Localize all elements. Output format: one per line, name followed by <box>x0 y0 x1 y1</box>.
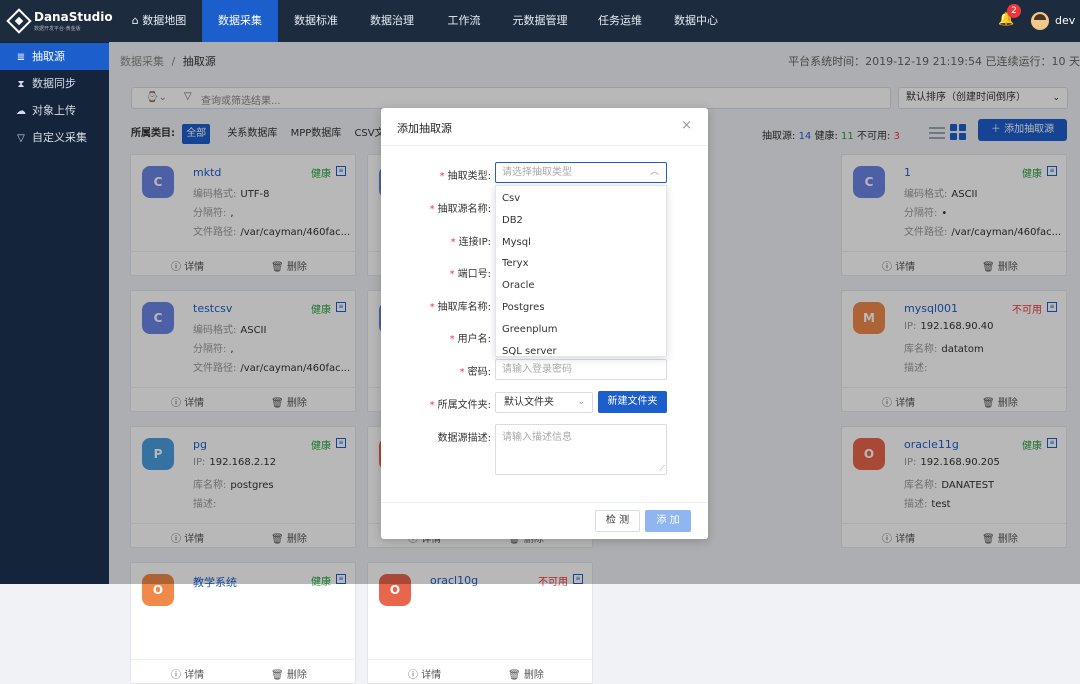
label-user: * 用户名: <box>449 334 491 345</box>
dialog-title: 添加抽取源 <box>397 122 452 135</box>
label-folder: * 所属文件夹: <box>429 400 491 411</box>
brand-name: DanaStudio <box>34 10 113 24</box>
delete-button[interactable]: 🗑 删除 <box>508 666 544 681</box>
folder-select[interactable]: 默认文件夹 ⌄ <box>495 392 593 413</box>
add-button[interactable]: 添 加 <box>645 510 691 532</box>
sidebar-item-object-upload[interactable]: ☁ 对象上传 <box>0 97 109 124</box>
trash-icon: 🗑 <box>508 670 521 681</box>
nav-item-data-collection[interactable]: 数据采集 <box>202 0 278 42</box>
dropdown-option[interactable]: Oracle <box>502 280 535 291</box>
label-type: * 抽取类型: <box>439 171 491 182</box>
new-folder-button[interactable]: 新建文件夹 <box>598 391 667 413</box>
user-name[interactable]: dev <box>1055 14 1075 27</box>
dropdown-option[interactable]: Teryx <box>502 258 529 269</box>
description-textarea[interactable]: 请输入描述信息 ⟋ <box>495 424 667 475</box>
logo-icon <box>6 8 32 34</box>
dropdown-option[interactable]: Postgres <box>502 302 545 313</box>
trash-icon: 🗑 <box>271 670 284 681</box>
close-icon[interactable]: × <box>681 118 692 133</box>
detail-button[interactable]: ⓘ 详情 <box>408 666 441 681</box>
nav-item-workflow[interactable]: 工作流 <box>436 0 492 42</box>
label-password: * 密码: <box>459 367 491 378</box>
dropdown-option[interactable]: SQL server <box>502 346 557 356</box>
delete-button[interactable]: 🗑 删除 <box>271 666 307 681</box>
label-dbname: * 抽取库名称: <box>429 302 491 313</box>
top-navbar: DanaStudio 数据开发平台·黄金版 ⌂ 数据地图 数据采集 数据标准 数… <box>0 0 1080 42</box>
dropdown-option[interactable]: Csv <box>502 193 520 204</box>
dropdown-option[interactable]: DB2 <box>502 215 523 226</box>
sidebar-item-data-sync[interactable]: ⧗ 数据同步 <box>0 70 109 97</box>
database-icon: ≣ <box>16 52 26 63</box>
sidebar-item-extract-source[interactable]: ≣ 抽取源 <box>0 43 109 70</box>
nav-item-task-ops[interactable]: 任务运维 <box>588 0 652 42</box>
detail-button[interactable]: ⓘ 详情 <box>171 666 204 681</box>
dropdown-option[interactable]: Greenplum <box>502 324 558 335</box>
type-select[interactable]: 请选择抽取类型 ︿ <box>495 162 667 183</box>
brand-logo[interactable]: DanaStudio 数据开发平台·黄金版 <box>6 8 113 34</box>
info-icon: ⓘ <box>408 670 418 681</box>
dropdown-option[interactable]: Mysql <box>502 237 531 248</box>
check-button[interactable]: 检 测 <box>595 510 640 532</box>
hourglass-icon: ⧗ <box>17 79 25 90</box>
nav-item-data-standard[interactable]: 数据标准 <box>280 0 352 42</box>
card-actions: ⓘ 详情 🗑 删除 <box>368 659 592 683</box>
resize-handle-icon[interactable]: ⟋ <box>659 464 665 474</box>
label-ip: * 连接IP: <box>450 237 491 248</box>
home-icon: ⌂ <box>131 14 143 27</box>
chevron-down-icon: ⌄ <box>577 397 585 407</box>
label-port: * 端口号: <box>449 269 491 280</box>
chevron-up-icon: ︿ <box>649 167 659 177</box>
password-input[interactable]: 请输入登录密码 <box>495 359 667 380</box>
brand-subtitle: 数据开发平台·黄金版 <box>34 26 81 32</box>
nav-item-data-governance[interactable]: 数据治理 <box>356 0 428 42</box>
label-desc: 数据源描述: <box>437 433 491 444</box>
label-name: * 抽取源名称: <box>429 204 491 215</box>
dialog-header: 添加抽取源 × <box>381 108 708 146</box>
type-dropdown: Csv DB2 Mysql Teryx Oracle Postgres Greenplum S… <box>495 185 667 357</box>
sidebar: ≣ 抽取源 ⧗ 数据同步 ☁ 对象上传 ▽ 自定义采集 <box>0 42 109 584</box>
filter-icon: ▽ <box>17 133 25 144</box>
card-actions: ⓘ 详情 🗑 删除 <box>131 659 355 683</box>
avatar[interactable] <box>1031 12 1049 30</box>
nav-item-data-center[interactable]: 数据中心 <box>660 0 732 42</box>
info-icon: ⓘ <box>171 670 181 681</box>
cloud-upload-icon: ☁ <box>16 106 26 117</box>
nav-item-metadata[interactable]: 元数据管理 <box>500 0 580 42</box>
nav-item-data-map[interactable]: ⌂ 数据地图 <box>116 0 202 42</box>
notification-badge: 2 <box>1007 4 1021 18</box>
sidebar-item-custom-collect[interactable]: ▽ 自定义采集 <box>0 124 109 151</box>
